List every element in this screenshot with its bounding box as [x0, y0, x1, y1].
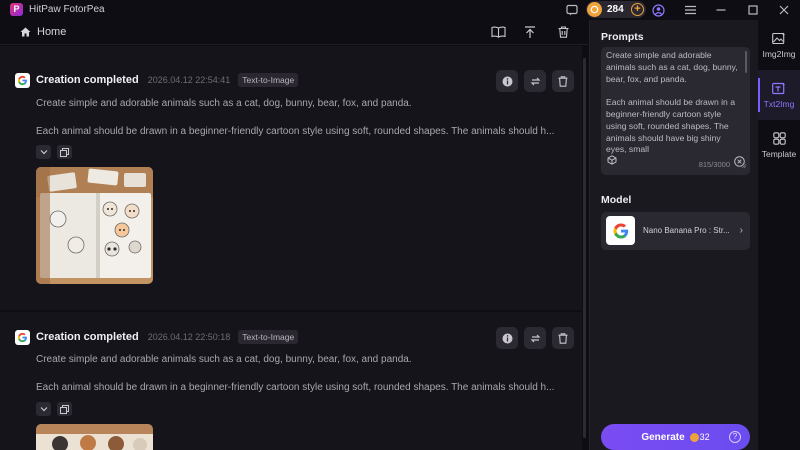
- home-link[interactable]: Home: [20, 26, 66, 38]
- generate-label: Generate: [641, 431, 685, 443]
- copy-button[interactable]: [57, 402, 72, 416]
- menu-icon[interactable]: [683, 3, 697, 17]
- generated-image-thumbnail[interactable]: [36, 424, 153, 450]
- chevron-down-icon: [40, 407, 47, 412]
- home-icon: [20, 27, 31, 37]
- prompt-paragraph: Each animal should be drawn in a beginne…: [606, 97, 735, 155]
- main-toolbar: Home: [0, 20, 588, 45]
- char-counter: 815/3000: [698, 160, 730, 169]
- expand-button[interactable]: [36, 402, 51, 416]
- generated-image-thumbnail[interactable]: [36, 167, 153, 284]
- add-credits-button[interactable]: +: [631, 3, 644, 16]
- card-title: Creation completed: [36, 74, 139, 86]
- copy-icon: [60, 147, 69, 157]
- delete-button[interactable]: [552, 70, 574, 92]
- prompts-heading: Prompts: [601, 31, 644, 43]
- chevron-right-icon: ›: [739, 225, 743, 236]
- regenerate-button[interactable]: [524, 327, 546, 349]
- creation-card: Creation completed 2026.04.12 22:50:18 T…: [0, 312, 582, 450]
- google-logo-icon: [606, 216, 635, 245]
- prompt-text-line: Create simple and adorable animals such …: [36, 98, 412, 109]
- trash-icon: [558, 75, 568, 87]
- credits-pill[interactable]: 284 +: [586, 1, 646, 18]
- google-logo-icon: [15, 72, 30, 88]
- google-logo-icon: [15, 329, 30, 345]
- prompt-scrollbar[interactable]: [745, 51, 747, 73]
- prompt-textarea[interactable]: Create simple and adorable animals such …: [601, 47, 750, 175]
- rail-item-img2img[interactable]: Img2Img: [758, 20, 800, 70]
- help-icon[interactable]: ?: [729, 431, 741, 443]
- coin-icon: [689, 432, 699, 442]
- prompt-text: Create simple and adorable animals such …: [606, 50, 740, 155]
- model-name: Nano Banana Pro : Str...: [643, 226, 730, 235]
- template-icon: [772, 131, 786, 145]
- model-heading: Model: [601, 194, 632, 206]
- card-timestamp: 2026.04.12 22:50:18: [147, 332, 231, 342]
- maximize-icon[interactable]: [746, 3, 760, 17]
- trash-icon[interactable]: [555, 24, 571, 40]
- rail-item-label: Txt2Img: [763, 98, 795, 109]
- feedback-icon[interactable]: [565, 3, 579, 17]
- chevron-down-icon: [40, 150, 47, 155]
- app-title: HitPaw FotorPea: [29, 4, 105, 15]
- card-header: Creation completed 2026.04.12 22:54:41 T…: [15, 70, 299, 90]
- trash-icon: [558, 332, 568, 344]
- delete-button[interactable]: [552, 327, 574, 349]
- home-label: Home: [37, 26, 67, 38]
- card-title: Creation completed: [36, 331, 139, 343]
- info-button[interactable]: [496, 70, 518, 92]
- type-badge: Text-to-Image: [238, 73, 299, 87]
- generation-panel: Prompts Create simple and adorable anima…: [589, 20, 758, 450]
- rail-item-txt2img[interactable]: Txt2Img: [758, 70, 800, 120]
- prompt-paragraph: Create simple and adorable animals such …: [606, 50, 738, 84]
- card-actions: [496, 70, 574, 92]
- regenerate-icon: [530, 334, 540, 342]
- active-indicator: [758, 78, 760, 112]
- feed-scrollbar[interactable]: [583, 58, 586, 438]
- minimize-icon[interactable]: [714, 3, 728, 17]
- prompt-text-line: Each animal should be drawn in a beginne…: [36, 382, 555, 393]
- rail-item-label: Img2Img: [762, 48, 796, 59]
- rail-item-template[interactable]: Template: [758, 120, 800, 170]
- regenerate-icon: [530, 77, 540, 85]
- card-mini-buttons: [36, 402, 72, 416]
- credits-value: 284: [607, 4, 624, 15]
- info-button[interactable]: [496, 327, 518, 349]
- mode-rail: Img2Img Txt2Img Template: [758, 20, 800, 450]
- upload-top-icon[interactable]: [522, 24, 538, 40]
- generate-cost: 32: [699, 432, 710, 442]
- card-header: Creation completed 2026.04.12 22:50:18 T…: [15, 327, 299, 347]
- type-badge: Text-to-Image: [238, 330, 299, 344]
- info-icon: [502, 76, 512, 86]
- copy-button[interactable]: [57, 145, 72, 159]
- prompt-text-line: Create simple and adorable animals such …: [36, 354, 412, 365]
- app-logo: P: [10, 3, 23, 16]
- generate-button[interactable]: Generate 32 ?: [601, 424, 750, 450]
- close-icon[interactable]: [777, 3, 791, 17]
- card-mini-buttons: [36, 145, 72, 159]
- book-icon[interactable]: [490, 24, 506, 40]
- info-icon: [502, 333, 512, 343]
- text-to-image-icon: [772, 82, 786, 94]
- card-actions: [496, 327, 574, 349]
- prompt-text-line: Each animal should be drawn in a beginne…: [36, 126, 555, 137]
- coin-icon: [587, 2, 602, 17]
- creations-feed: Creation completed 2026.04.12 22:54:41 T…: [0, 46, 588, 450]
- rail-item-label: Template: [761, 148, 797, 159]
- title-bar: P HitPaw FotorPea 284 +: [0, 0, 800, 20]
- copy-icon: [60, 404, 69, 414]
- expand-button[interactable]: [36, 145, 51, 159]
- model-selector[interactable]: Nano Banana Pro : Str... ›: [601, 212, 750, 250]
- creation-card: Creation completed 2026.04.12 22:54:41 T…: [0, 46, 582, 310]
- image-icon: [772, 32, 786, 44]
- card-timestamp: 2026.04.12 22:54:41: [147, 75, 231, 85]
- resize-handle-icon[interactable]: [741, 160, 747, 172]
- regenerate-button[interactable]: [524, 70, 546, 92]
- cube-icon[interactable]: [607, 155, 617, 168]
- user-account-icon[interactable]: [651, 3, 665, 17]
